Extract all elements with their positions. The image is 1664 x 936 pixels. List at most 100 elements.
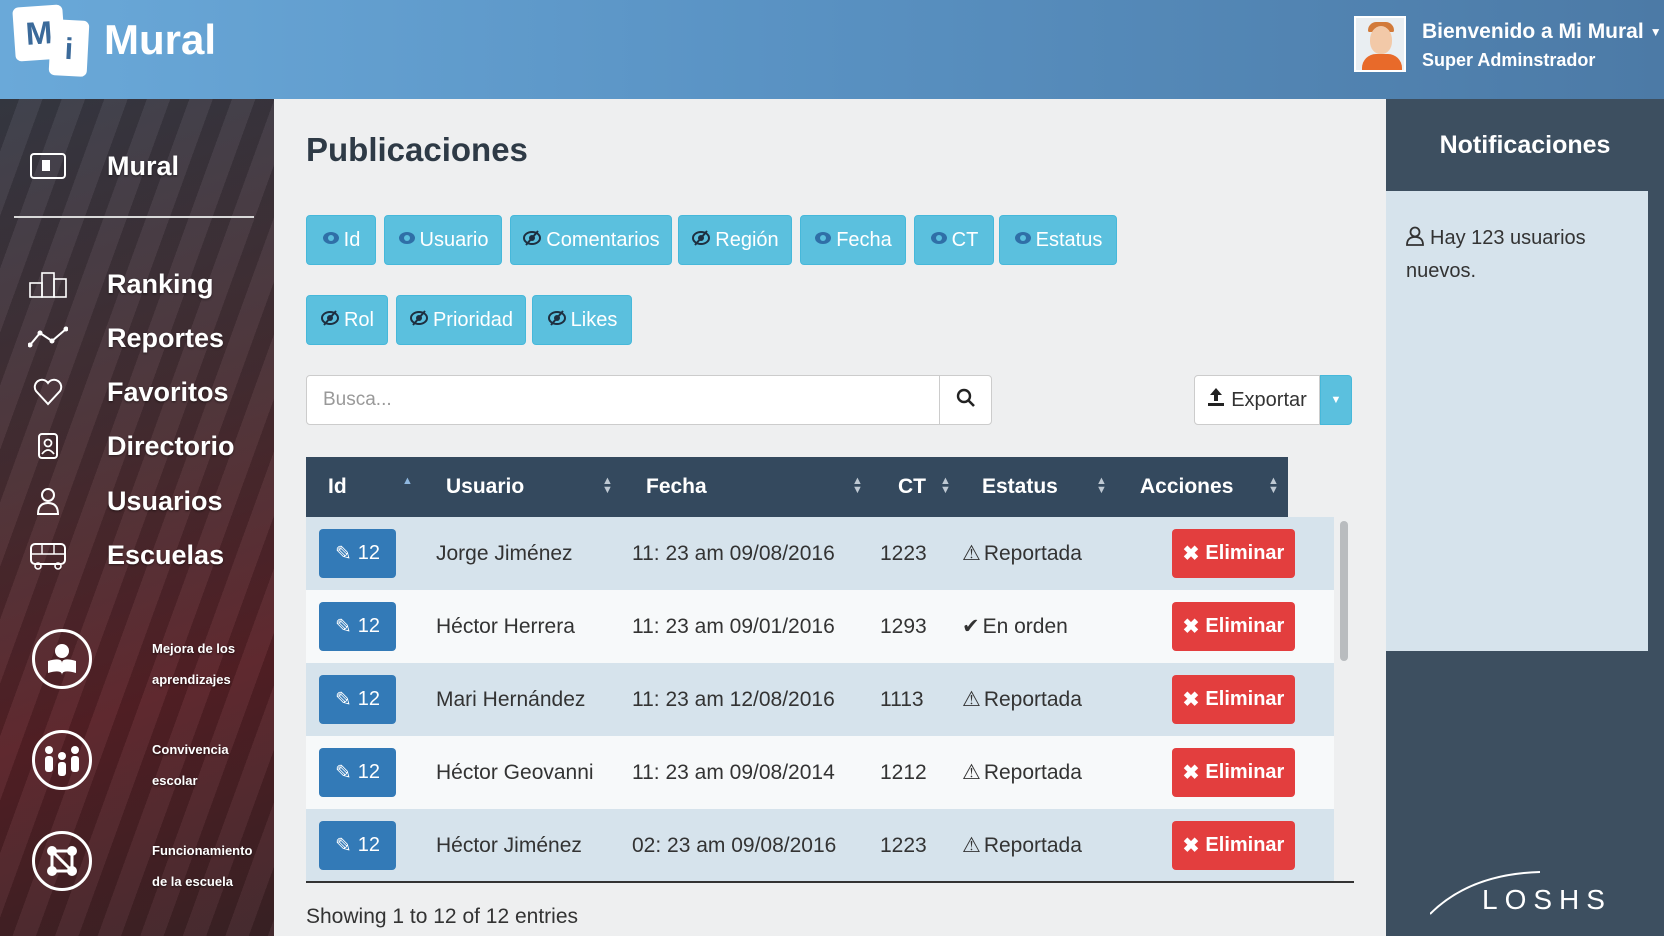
eye-slash-icon (691, 229, 711, 251)
sort-asc-icon[interactable]: ▲ (402, 476, 413, 487)
circle-link-line2: aprendizajes (152, 672, 231, 687)
heart-icon (28, 375, 68, 409)
status-text: Reportada (983, 541, 1082, 565)
toggle-col-region[interactable]: Región (678, 215, 792, 265)
th-label: Estatus (982, 475, 1058, 498)
search-icon (956, 388, 976, 413)
toggle-label: Rol (343, 308, 374, 331)
eye-icon (398, 230, 416, 250)
sidebar-item-escuelas[interactable]: Escuelas (0, 530, 274, 580)
pencil-icon: ✎ (334, 616, 352, 638)
caret-down-icon: ▼ (1649, 25, 1662, 40)
edit-button[interactable]: ✎ 12 (319, 675, 396, 724)
top-header: M i Mural Bienvenido a Mi Mural ▼ Super A… (0, 0, 1664, 99)
edit-button[interactable]: ✎ 12 (319, 529, 396, 578)
search-input[interactable] (307, 376, 937, 424)
status-text: En orden (982, 614, 1068, 638)
line-chart-icon (28, 321, 68, 355)
th-estatus[interactable]: Estatus (982, 457, 1058, 517)
sort-icon[interactable]: ▲ ▼ (940, 476, 951, 496)
sort-icon[interactable]: ▲ ▼ (1096, 476, 1107, 496)
app-logo[interactable]: M i Mural (12, 4, 216, 80)
sidebar-item-reportes[interactable]: Reportes (0, 313, 274, 363)
cell-estatus: ⚠ Reportada (962, 736, 1082, 809)
podium-icon (28, 267, 68, 301)
table-row: ✎ 12 Héctor Geovanni 11: 23 am 09/08/2014… (306, 736, 1334, 809)
toggle-col-estatus[interactable]: Estatus (999, 215, 1117, 265)
network-icon (32, 831, 92, 891)
sidebar-item-usuarios[interactable]: Usuarios (0, 476, 274, 526)
cell-fecha: 11: 23 am 12/08/2016 (632, 687, 835, 711)
cell-fecha: 11: 23 am 09/01/2016 (632, 614, 835, 638)
welcome-text[interactable]: Bienvenido a Mi Mural ▼ (1422, 20, 1662, 44)
th-label: Acciones (1140, 475, 1234, 498)
row-id: 12 (357, 542, 380, 564)
table-scrollbar[interactable] (1340, 521, 1348, 661)
cell-estatus: ⚠ Reportada (962, 809, 1082, 881)
eye-icon (322, 230, 340, 250)
table-body: ✎ 12 Jorge Jiménez 11: 23 am 09/08/2016 1… (306, 517, 1354, 883)
circle-link-text: Mejora de los aprendizajes (152, 633, 262, 695)
sidebar-link-convivencia-escolar[interactable]: Convivencia escolar (32, 730, 262, 810)
delete-label: Eliminar (1205, 615, 1285, 637)
export-button[interactable]: Exportar (1194, 375, 1320, 425)
toggle-label: Id (343, 228, 361, 251)
warning-icon: ⚠ (962, 688, 981, 711)
sort-icon[interactable]: ▲ ▼ (1268, 476, 1279, 496)
delete-label: Eliminar (1205, 761, 1285, 783)
edit-button[interactable]: ✎ 12 (319, 602, 396, 651)
toggle-col-comentarios[interactable]: Comentarios (510, 215, 672, 265)
sort-icon[interactable]: ▲ ▼ (852, 476, 863, 496)
th-usuario[interactable]: Usuario (446, 457, 524, 517)
sidebar-item-mural[interactable]: Mural (0, 141, 274, 191)
check-icon: ✔ (962, 615, 980, 638)
edit-button[interactable]: ✎ 12 (319, 821, 396, 870)
upload-icon (1207, 387, 1225, 413)
warning-icon: ⚠ (962, 542, 981, 565)
toggle-col-id[interactable]: Id (306, 215, 376, 265)
th-fecha[interactable]: Fecha (646, 457, 707, 517)
table-row: ✎ 12 Mari Hernández 11: 23 am 12/08/2016 … (306, 663, 1334, 736)
delete-button[interactable]: ✖ Eliminar (1172, 602, 1295, 651)
toggle-col-fecha[interactable]: Fecha (800, 215, 906, 265)
avatar[interactable] (1354, 16, 1406, 72)
sort-icon[interactable]: ▲ ▼ (602, 476, 613, 496)
toggle-label: Likes (570, 308, 618, 331)
th-label: Id (328, 475, 347, 498)
sidebar-link-mejora-aprendizajes[interactable]: Mejora de los aprendizajes (32, 629, 262, 709)
sidebar-item-directorio[interactable]: Directorio (0, 421, 274, 471)
search-button[interactable] (939, 376, 991, 424)
user-menu[interactable]: Bienvenido a Mi Mural ▼ Super Adminstrado… (1334, 0, 1664, 99)
sidebar-item-ranking[interactable]: Ranking (0, 259, 274, 309)
circle-link-line1: Mejora de los (152, 641, 236, 656)
circle-link-line2: de la escuela (152, 874, 233, 889)
toggle-col-usuario[interactable]: Usuario (384, 215, 502, 265)
eye-slash-icon (547, 309, 567, 331)
cell-usuario: Héctor Jiménez (436, 833, 582, 857)
export-dropdown-toggle[interactable]: ▼ (1320, 375, 1352, 425)
sidebar-link-funcionamiento-escuela[interactable]: Funcionamiento de la escuela (32, 831, 262, 911)
delete-button[interactable]: ✖ Eliminar (1172, 529, 1295, 578)
close-icon: ✖ (1182, 543, 1200, 565)
toggle-label: Fecha (836, 228, 892, 251)
th-acciones[interactable]: Acciones (1140, 457, 1233, 517)
notification-text: Hay 123 usuarios nuevos. (1406, 227, 1586, 282)
search-box (306, 375, 992, 425)
notification-item[interactable]: Hay 123 usuarios nuevos. (1406, 223, 1636, 287)
edit-button[interactable]: ✎ 12 (319, 748, 396, 797)
circle-link-line1: Funcionamiento (152, 843, 253, 858)
sidebar-item-favoritos[interactable]: Favoritos (0, 367, 274, 417)
th-ct[interactable]: CT (898, 457, 926, 517)
eye-slash-icon (409, 309, 429, 331)
sidebar-item-label: Ranking (107, 268, 214, 299)
th-id[interactable]: Id (328, 457, 347, 517)
caret-down-icon: ▼ (1330, 394, 1342, 406)
delete-button[interactable]: ✖ Eliminar (1172, 748, 1295, 797)
toggle-col-ct[interactable]: CT (914, 215, 994, 265)
toggle-col-likes[interactable]: Likes (532, 295, 632, 345)
delete-button[interactable]: ✖ Eliminar (1172, 821, 1295, 870)
toggle-col-prioridad[interactable]: Prioridad (396, 295, 526, 345)
close-icon: ✖ (1182, 762, 1200, 784)
toggle-col-rol[interactable]: Rol (306, 295, 388, 345)
delete-button[interactable]: ✖ Eliminar (1172, 675, 1295, 724)
